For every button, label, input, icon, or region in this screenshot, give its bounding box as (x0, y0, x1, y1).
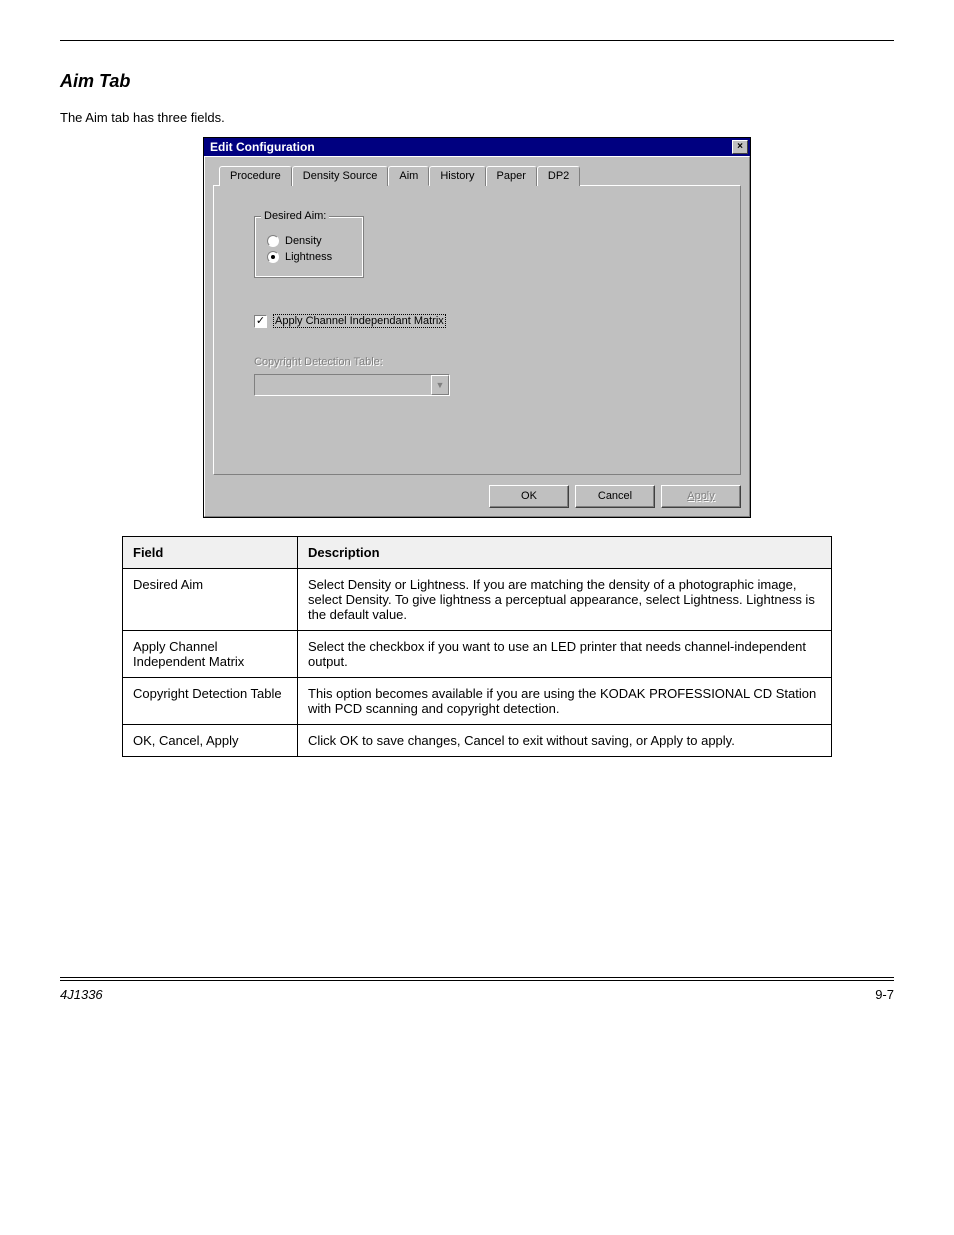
footer-page: 9-7 (875, 987, 894, 1002)
cell-desc: Select the checkbox if you want to use a… (298, 631, 832, 678)
radio-lightness-label: Lightness (285, 251, 332, 263)
dialog-title: Edit Configuration (210, 140, 315, 154)
table-row: Copyright Detection Table This option be… (123, 678, 832, 725)
ok-button[interactable]: OK (489, 485, 569, 508)
apply-button-label: Apply (687, 490, 715, 502)
tab-history[interactable]: History (429, 166, 485, 186)
cell-desc: This option becomes available if you are… (298, 678, 832, 725)
cell-field: Desired Aim (123, 569, 298, 631)
radio-lightness-circle (267, 251, 279, 263)
tab-aim[interactable]: Aim (388, 166, 429, 186)
cell-desc: Select Density or Lightness. If you are … (298, 569, 832, 631)
chevron-down-icon: ▼ (436, 380, 445, 390)
apply-button[interactable]: Apply (661, 485, 741, 508)
radio-lightness[interactable]: Lightness (267, 251, 353, 263)
footer: 4J1336 9-7 (60, 977, 894, 1002)
tab-procedure[interactable]: Procedure (219, 166, 292, 186)
cell-field: Apply Channel Independent Matrix (123, 631, 298, 678)
combo-dropdown-button: ▼ (431, 375, 449, 395)
edit-configuration-dialog: Edit Configuration × Procedure Density S… (203, 137, 751, 518)
apply-cim-row[interactable]: ✓ Apply Channel Independant Matrix (254, 314, 710, 328)
cell-field: Copyright Detection Table (123, 678, 298, 725)
apply-cim-label: Apply Channel Independant Matrix (273, 314, 446, 328)
footer-doc-id: 4J1336 (60, 987, 103, 1002)
apply-cim-checkbox[interactable]: ✓ (254, 315, 267, 328)
table-header-field: Field (123, 537, 298, 569)
table-row: Desired Aim Select Density or Lightness.… (123, 569, 832, 631)
intro-text: The Aim tab has three fields. (60, 110, 894, 125)
table-header-desc: Description (298, 537, 832, 569)
table-row: OK, Cancel, Apply Click OK to save chang… (123, 725, 832, 757)
cancel-button[interactable]: Cancel (575, 485, 655, 508)
section-heading: Aim Tab (60, 71, 894, 92)
groupbox-title: Desired Aim: (261, 210, 329, 222)
copyright-detect-combo: ▼ (254, 374, 450, 396)
tabstrip: Procedure Density Source Aim History Pap… (219, 165, 741, 185)
cell-field: OK, Cancel, Apply (123, 725, 298, 757)
combo-text (255, 375, 431, 395)
cell-desc: Click OK to save changes, Cancel to exit… (298, 725, 832, 757)
desired-aim-group: Desired Aim: Density Lightness (254, 216, 364, 278)
tab-panel-aim: Desired Aim: Density Lightness ✓ Apply C… (213, 185, 741, 475)
tab-paper[interactable]: Paper (486, 166, 537, 186)
radio-density-label: Density (285, 235, 322, 247)
close-button[interactable]: × (732, 140, 748, 154)
field-description-table: Field Description Desired Aim Select Den… (122, 536, 832, 757)
radio-density[interactable]: Density (267, 235, 353, 247)
copyright-detect-label: Copyright Detection Table: (254, 356, 710, 368)
radio-density-circle (267, 235, 279, 247)
titlebar: Edit Configuration × (204, 138, 750, 156)
table-row: Apply Channel Independent Matrix Select … (123, 631, 832, 678)
tab-density-source[interactable]: Density Source (292, 166, 389, 186)
radio-dot-icon (271, 255, 275, 259)
tab-dp2[interactable]: DP2 (537, 166, 580, 186)
